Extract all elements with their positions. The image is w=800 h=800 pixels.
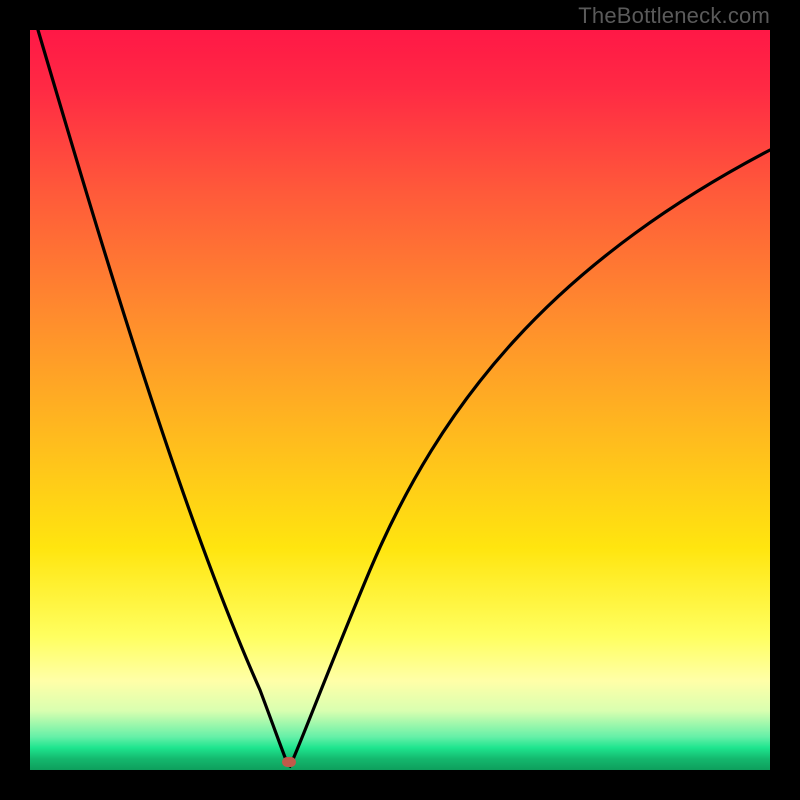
attribution-label: TheBottleneck.com <box>578 3 770 29</box>
plot-area <box>30 30 770 770</box>
chart-frame: TheBottleneck.com <box>0 0 800 800</box>
optimal-marker <box>282 757 296 767</box>
bottleneck-curve <box>30 30 770 770</box>
curve-path <box>38 30 770 766</box>
